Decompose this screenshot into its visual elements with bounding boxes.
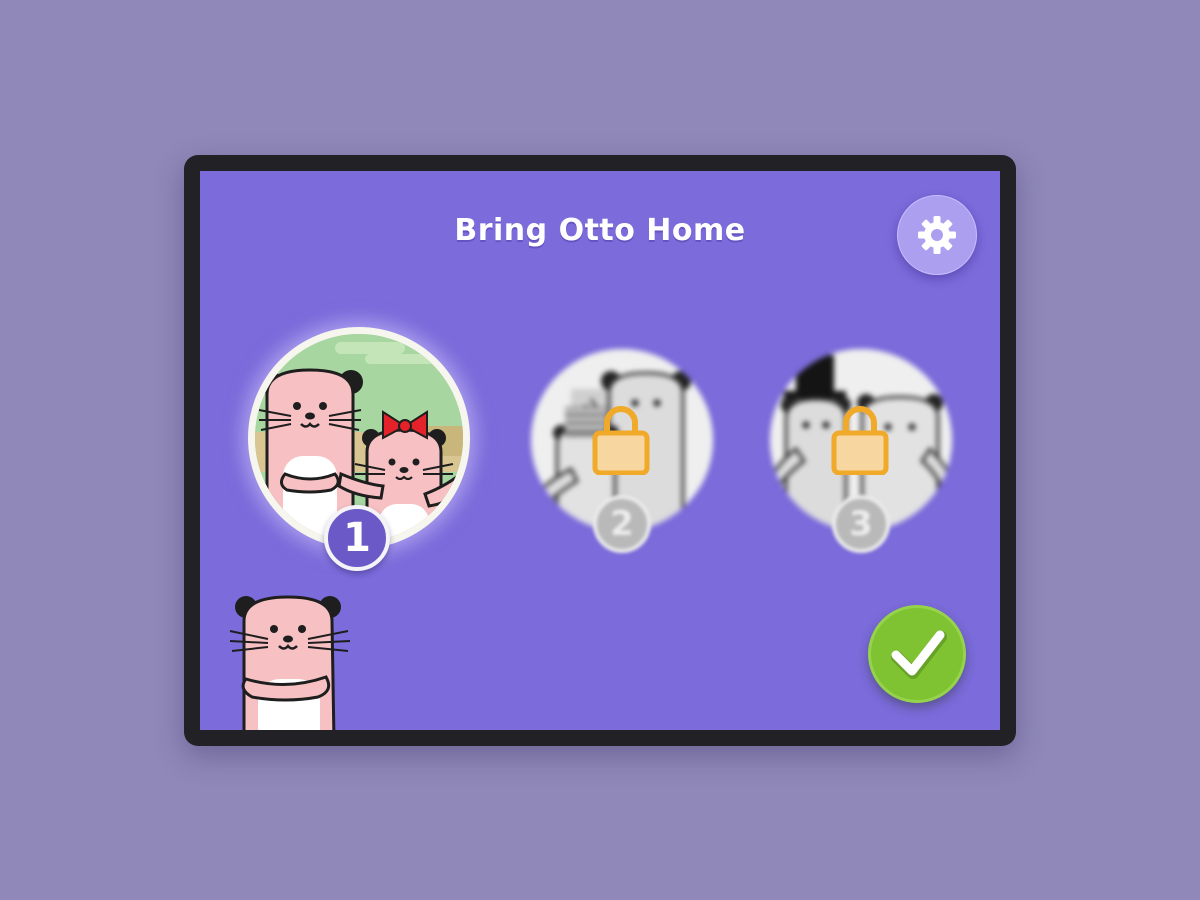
lock-icon: [831, 406, 889, 475]
checkmark-icon: [891, 630, 947, 679]
gear-icon: [918, 216, 956, 254]
level-3-button[interactable]: 3: [770, 349, 952, 553]
level-1-button[interactable]: 1: [248, 327, 470, 571]
level-2-number-badge: 2: [593, 495, 651, 553]
settings-button[interactable]: [897, 195, 977, 275]
level-2-button[interactable]: 2: [531, 349, 713, 553]
otto-mascot: [229, 595, 351, 730]
confirm-button[interactable]: [868, 605, 966, 703]
device-frame: Bring Otto Home 1 2 3: [184, 155, 1016, 746]
level-1-number-badge: 1: [324, 505, 390, 571]
game-screen: Bring Otto Home 1 2 3: [200, 171, 1000, 730]
level-3-number-badge: 3: [832, 495, 890, 553]
game-title: Bring Otto Home: [454, 213, 746, 248]
lock-icon: [592, 406, 650, 475]
